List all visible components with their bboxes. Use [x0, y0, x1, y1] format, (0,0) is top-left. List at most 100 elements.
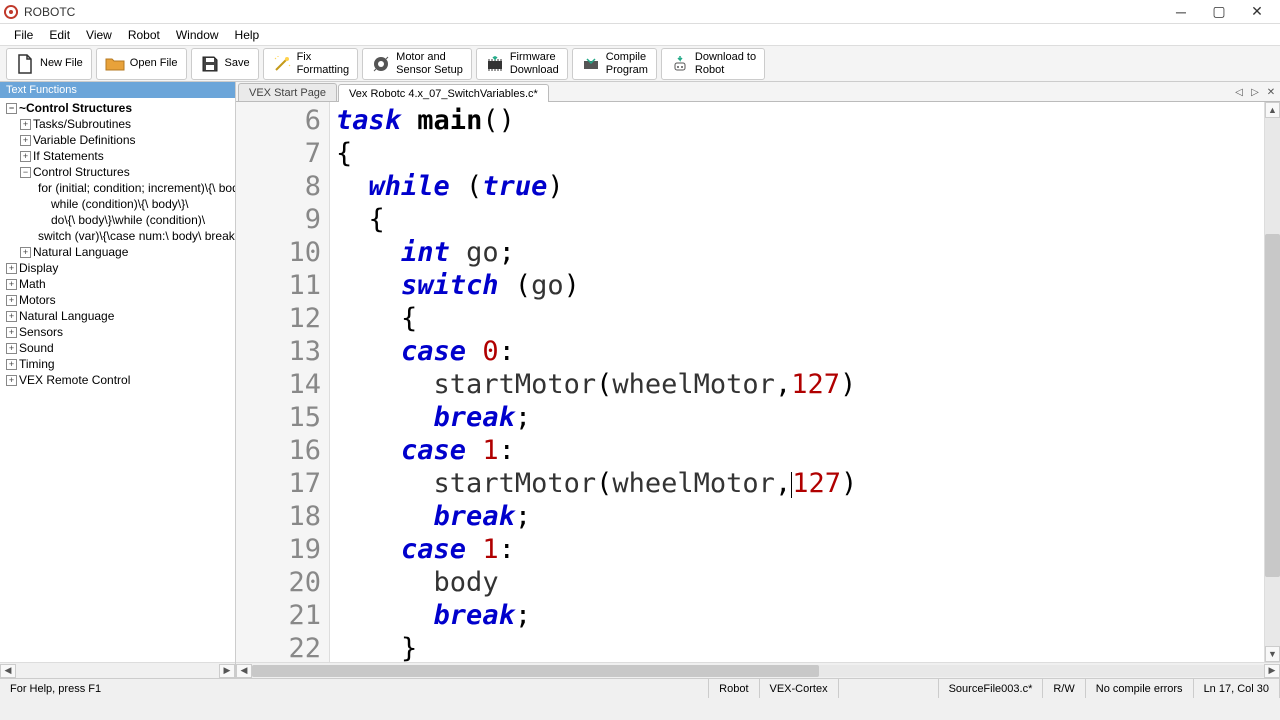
expand-icon[interactable]: +: [6, 263, 17, 274]
titlebar: ROBOTC ─ ▢ ✕: [0, 0, 1280, 24]
open-file-label: Open File: [130, 57, 178, 69]
fix-formatting-button[interactable]: Fix Formatting: [263, 48, 359, 80]
new-file-label: New File: [40, 57, 83, 69]
menubar: File Edit View Robot Window Help: [0, 24, 1280, 46]
scroll-track[interactable]: [1265, 118, 1280, 646]
firmware-download-button[interactable]: Firmware Download: [476, 48, 568, 80]
right-arrow-icon[interactable]: ▶: [1264, 664, 1280, 678]
status-source: SourceFile003.c*: [939, 679, 1044, 698]
fix-formatting-label: Fix Formatting: [297, 51, 350, 75]
wand-icon: [272, 54, 292, 74]
tree-item[interactable]: +Timing: [4, 356, 233, 372]
tab-close-icon[interactable]: ✕: [1264, 85, 1278, 99]
status-robot: Robot: [709, 679, 759, 698]
tree-item[interactable]: +Sensors: [4, 324, 233, 340]
window-title: ROBOTC: [24, 5, 1162, 19]
expand-icon[interactable]: +: [20, 151, 31, 162]
tabbar: VEX Start Page Vex Robotc 4.x_07_SwitchV…: [236, 82, 1280, 102]
tree-leaf[interactable]: while (condition)\{\ body\}\: [4, 196, 233, 212]
status-errors: No compile errors: [1086, 679, 1194, 698]
sidebar: Text Functions −~Control Structures +Tas…: [0, 82, 236, 678]
tree-leaf[interactable]: for (initial; condition; increment)\{\ b…: [4, 180, 233, 196]
tree-item[interactable]: +Motors: [4, 292, 233, 308]
menu-help[interactable]: Help: [227, 26, 268, 44]
menu-robot[interactable]: Robot: [120, 26, 168, 44]
chip-download-icon: [485, 54, 505, 74]
menu-edit[interactable]: Edit: [41, 26, 78, 44]
tree-item[interactable]: +Tasks/Subroutines: [4, 116, 233, 132]
menu-view[interactable]: View: [78, 26, 120, 44]
editor-panel: VEX Start Page Vex Robotc 4.x_07_SwitchV…: [236, 82, 1280, 678]
firmware-label: Firmware Download: [510, 51, 559, 75]
line-number-gutter: 67891011121314151617181920212223: [236, 102, 330, 662]
up-arrow-icon[interactable]: ▲: [1265, 102, 1280, 118]
save-icon: [200, 54, 220, 74]
expand-icon[interactable]: +: [6, 359, 17, 370]
motor-icon: [371, 54, 391, 74]
code-editor[interactable]: task main(){ while (true) { int go; swit…: [330, 102, 1264, 662]
minimize-button[interactable]: ─: [1162, 0, 1200, 24]
tree-item[interactable]: +Natural Language: [4, 244, 233, 260]
left-arrow-icon[interactable]: ◀: [0, 664, 16, 678]
left-arrow-icon[interactable]: ◀: [236, 664, 252, 678]
editor-vscroll[interactable]: ▲ ▼: [1264, 102, 1280, 662]
scroll-thumb[interactable]: [252, 665, 819, 677]
compile-program-button[interactable]: Compile Program: [572, 48, 657, 80]
save-button[interactable]: Save: [191, 48, 259, 80]
tree-item-control-structures[interactable]: −Control Structures: [4, 164, 233, 180]
tab-next-icon[interactable]: ▷: [1248, 85, 1262, 99]
robot-download-icon: [670, 54, 690, 74]
close-button[interactable]: ✕: [1238, 0, 1276, 24]
expand-icon[interactable]: +: [6, 343, 17, 354]
expand-icon[interactable]: +: [20, 247, 31, 258]
statusbar: For Help, press F1 Robot VEX-Cortex Sour…: [0, 678, 1280, 698]
compile-icon: [581, 54, 601, 74]
app-icon: [4, 5, 18, 19]
tree-item[interactable]: +VEX Remote Control: [4, 372, 233, 388]
tree-leaf[interactable]: switch (var)\{\case num:\ body\ break;\\: [4, 228, 233, 244]
tree-leaf[interactable]: do\{\ body\}\while (condition)\: [4, 212, 233, 228]
open-folder-icon: [105, 54, 125, 74]
tree-item[interactable]: +Natural Language: [4, 308, 233, 324]
menu-file[interactable]: File: [6, 26, 41, 44]
scroll-track[interactable]: [252, 665, 1264, 677]
tree-item[interactable]: +Sound: [4, 340, 233, 356]
tree-item[interactable]: +If Statements: [4, 148, 233, 164]
collapse-icon[interactable]: −: [20, 167, 31, 178]
right-arrow-icon[interactable]: ▶: [219, 664, 235, 678]
expand-icon[interactable]: +: [6, 311, 17, 322]
tree-item[interactable]: +Display: [4, 260, 233, 276]
menu-window[interactable]: Window: [168, 26, 227, 44]
download-robot-label: Download to Robot: [695, 51, 756, 75]
motor-sensor-label: Motor and Sensor Setup: [396, 51, 463, 75]
sidebar-hscroll[interactable]: ◀ ▶: [0, 662, 235, 678]
tab-source-file[interactable]: Vex Robotc 4.x_07_SwitchVariables.c*: [338, 84, 549, 102]
status-blank: [839, 679, 939, 698]
tab-start-page[interactable]: VEX Start Page: [238, 83, 337, 101]
tree-item[interactable]: +Variable Definitions: [4, 132, 233, 148]
expand-icon[interactable]: +: [20, 119, 31, 130]
expand-icon[interactable]: +: [6, 295, 17, 306]
expand-icon[interactable]: +: [6, 375, 17, 386]
open-file-button[interactable]: Open File: [96, 48, 187, 80]
maximize-button[interactable]: ▢: [1200, 0, 1238, 24]
status-platform: VEX-Cortex: [760, 679, 839, 698]
tree-item[interactable]: +Math: [4, 276, 233, 292]
toolbar: New File Open File Save Fix Formatting M…: [0, 46, 1280, 82]
download-to-robot-button[interactable]: Download to Robot: [661, 48, 765, 80]
new-file-button[interactable]: New File: [6, 48, 92, 80]
tree-root[interactable]: −~Control Structures: [4, 100, 233, 116]
motor-sensor-setup-button[interactable]: Motor and Sensor Setup: [362, 48, 472, 80]
function-tree[interactable]: −~Control Structures +Tasks/Subroutines …: [0, 98, 235, 662]
new-file-icon: [15, 54, 35, 74]
editor-hscroll[interactable]: ◀ ▶: [236, 662, 1280, 678]
scroll-thumb[interactable]: [1265, 234, 1280, 577]
status-help: For Help, press F1: [0, 679, 709, 698]
expand-icon[interactable]: +: [20, 135, 31, 146]
collapse-icon[interactable]: −: [6, 103, 17, 114]
status-rw: R/W: [1043, 679, 1085, 698]
expand-icon[interactable]: +: [6, 327, 17, 338]
tab-prev-icon[interactable]: ◁: [1232, 85, 1246, 99]
down-arrow-icon[interactable]: ▼: [1265, 646, 1280, 662]
expand-icon[interactable]: +: [6, 279, 17, 290]
